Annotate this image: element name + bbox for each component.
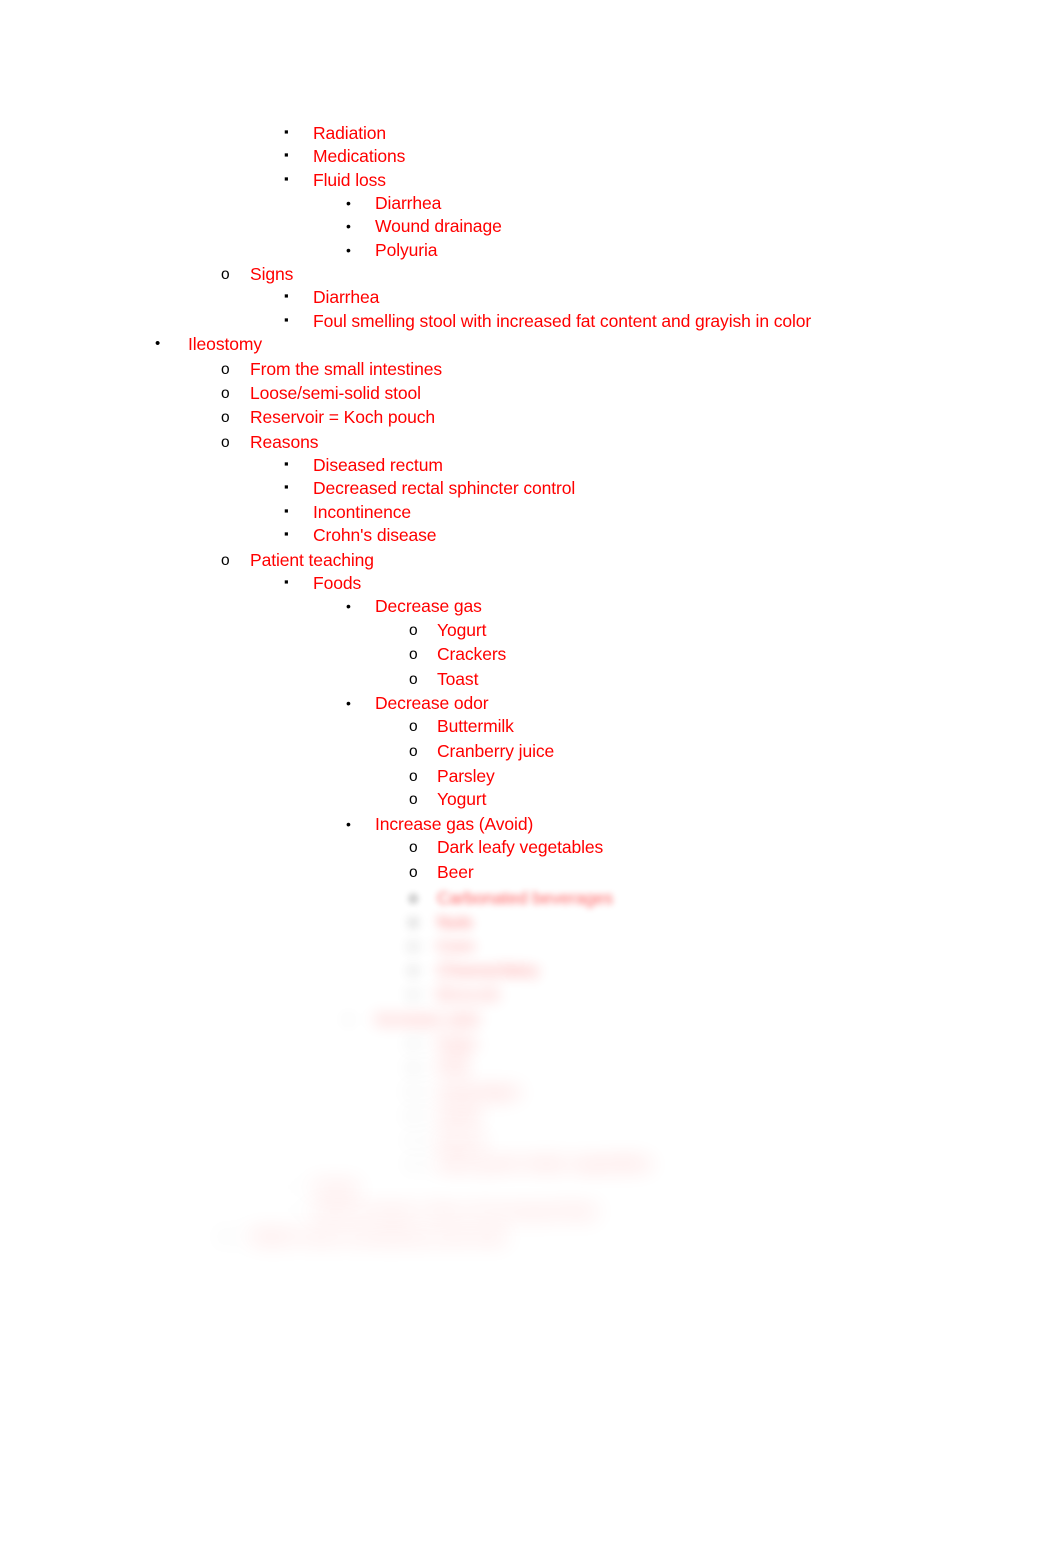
bullet-marker-icon: o [221, 434, 230, 451]
outline-item-label: Incontinence [313, 502, 412, 522]
bullet-marker-icon: o [221, 385, 230, 402]
bullet-marker-icon: o [409, 1035, 418, 1052]
outline-item-label: Reservoir = Koch pouch [250, 407, 436, 427]
bullet-marker-icon: o [221, 361, 230, 378]
bullet-marker-icon: ▪ [284, 288, 289, 303]
outline-item-label: Medications [313, 146, 406, 166]
bullet-marker-icon: o [409, 646, 418, 663]
bullet-marker-icon: o [409, 1083, 418, 1100]
outline-item-label: Polyuria [375, 240, 438, 260]
bullet-marker-icon: • [346, 816, 351, 832]
outline-item-label: Foul smelling stool with increased fat c… [313, 311, 812, 331]
bullet-marker-icon: ▪ [284, 171, 289, 186]
bullet-marker-icon: • [346, 695, 351, 711]
outline-item-label: Corn [437, 936, 475, 956]
bullet-marker-icon: o [409, 986, 418, 1003]
bullet-marker-icon: o [221, 552, 230, 569]
outline-item-label: Watch stool consistency and odor [250, 1226, 508, 1246]
bullet-marker-icon: o [221, 266, 230, 283]
outline-item-label: Increase odor [375, 1009, 481, 1029]
outline-item-label: Cranberry juice [437, 741, 555, 761]
outline-item-label: Yogurt [437, 620, 487, 640]
outline-item-label: Dark leafy vegetables [437, 837, 604, 857]
bullet-marker-icon: o [409, 791, 418, 808]
bullet-marker-icon: o [409, 839, 418, 856]
outline-item-label: Patient teaching [250, 550, 374, 570]
outline-item-label: Asparagus [437, 1081, 520, 1101]
bullet-marker-icon: ▪ [284, 312, 289, 327]
bullet-marker-icon: ▪ [284, 574, 289, 589]
outline-item-label: Parsley [437, 766, 495, 786]
bullet-marker-icon: o [409, 768, 418, 785]
bullet-marker-icon: o [409, 962, 418, 979]
bullet-marker-icon: o [409, 938, 418, 955]
document-page: ▪ Radiation ▪ Medications ▪ Fluid loss • Diarrh… [0, 0, 1062, 1556]
bullet-marker-icon: o [409, 743, 418, 760]
bullet-marker-icon: o [221, 1228, 230, 1245]
bullet-marker-icon: o [409, 1107, 418, 1124]
bullet-marker-icon: o [409, 864, 418, 881]
bullet-marker-icon: ▪ [284, 124, 289, 139]
outline-item-label: Wound drainage [375, 216, 502, 236]
bullet-marker-icon: ▪ [284, 1202, 289, 1217]
bullet-marker-icon: • [346, 598, 351, 614]
outline-item-label: Buttermilk [437, 716, 514, 736]
bullet-marker-icon: o [409, 718, 418, 735]
bullet-marker-icon: • [346, 242, 351, 258]
outline-item-label: Eggs [437, 1033, 477, 1053]
outline-item-label: Diseased rectum [313, 455, 443, 475]
bullet-marker-icon: o [409, 1132, 418, 1149]
bullet-marker-icon: ▪ [284, 456, 289, 471]
bullet-marker-icon: • [155, 335, 161, 352]
outline-item-label: Beans [437, 1130, 487, 1150]
outline-item-label: Loose/semi-solid stool [250, 383, 421, 403]
outline-item-label: Fluids [313, 1178, 360, 1198]
bullet-marker-icon: o [409, 1059, 418, 1076]
outline-item-label: Diarrhea [313, 287, 380, 307]
outline-item-label: Beer [437, 862, 474, 882]
outline-item-label: Increase gas (Avoid) [375, 814, 534, 834]
bullet-marker-icon: ▪ [284, 479, 289, 494]
outline-item-label: Drink at least 1 liter of increased flui… [313, 1201, 596, 1221]
outline-item-label: Toast [437, 669, 479, 689]
bullet-marker-icon: o [409, 1155, 418, 1172]
bullet-marker-icon: ▪ [284, 1179, 289, 1194]
outline-item-label: Decrease gas [375, 596, 482, 616]
outline-item-label: Foods [313, 573, 362, 593]
outline-item-label: Radiation [313, 123, 387, 143]
outline-item-label: Crackers [437, 644, 507, 664]
outline-item-label: Crohn's disease [313, 525, 437, 545]
outline-item-label: Broccoli [437, 984, 499, 1004]
outline-item-label: Reasons [250, 432, 319, 452]
bullet-marker-icon: ▪ [284, 526, 289, 541]
bullet-marker-icon: ▪ [284, 503, 289, 518]
bullet-marker-icon: • [346, 218, 351, 234]
outline-item-label: Diarrhea [375, 193, 442, 213]
outline-item-label: Yogurt [437, 789, 487, 809]
bullet-marker-icon: ▪ [284, 147, 289, 162]
outline-item-label: Ileostomy [188, 334, 262, 354]
outline-item-label: Dark green leafy vegetables [437, 1153, 653, 1173]
bullet-marker-icon: o [221, 409, 230, 426]
outline-item-label: Carbonated beverages [437, 888, 614, 908]
outline-item-label: Nuts [437, 912, 473, 932]
outline-item-label: Fish [437, 1057, 470, 1077]
bullet-marker-icon: • [346, 195, 351, 211]
bullet-marker-icon: o [409, 622, 418, 639]
bullet-marker-icon: • [346, 1011, 351, 1027]
bullet-marker-icon: o [409, 671, 418, 688]
outline-item-label: Fluid loss [313, 170, 386, 190]
bullet-marker-icon: o [409, 914, 418, 931]
bullet-marker-icon: o [409, 890, 418, 907]
outline-item-label: Cheese/dairy [437, 960, 539, 980]
outline-item-label: Garlic [437, 1105, 483, 1125]
outline-item-label: From the small intestines [250, 359, 443, 379]
outline-item-label: Decreased rectal sphincter control [313, 478, 576, 498]
outline-item-label: Decrease odor [375, 693, 489, 713]
outline-item-label: Signs [250, 264, 294, 284]
